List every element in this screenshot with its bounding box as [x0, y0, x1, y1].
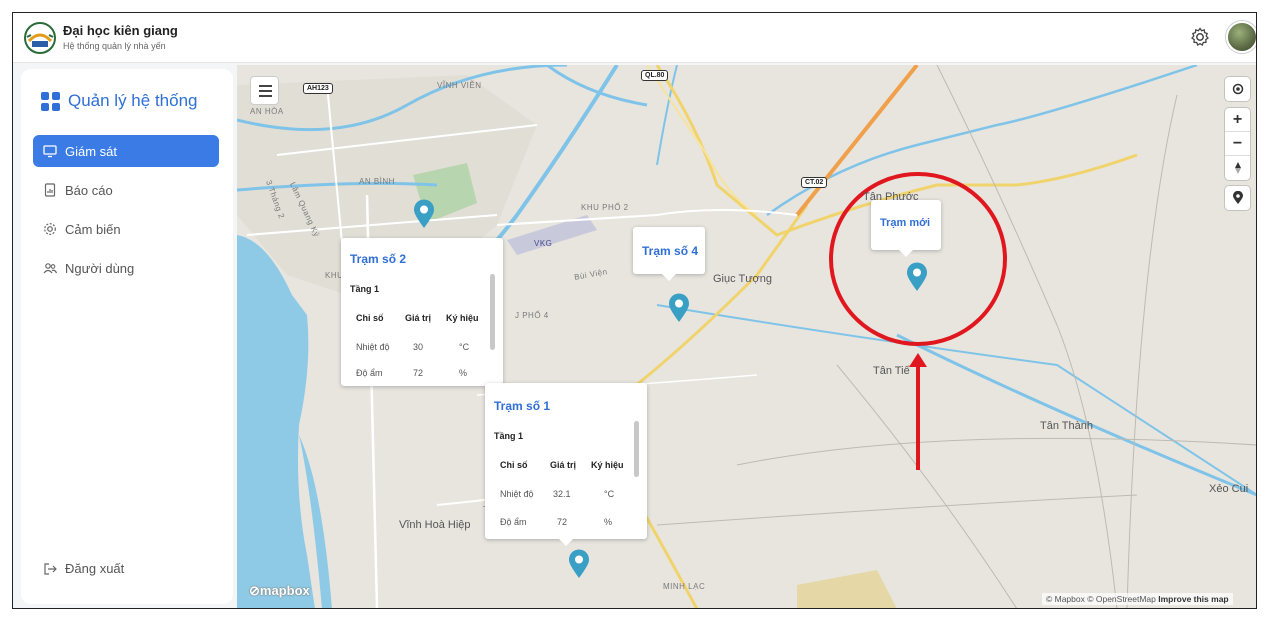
- improve-map-link[interactable]: Improve this map: [1158, 594, 1228, 604]
- app-subtitle: Hệ thống quản lý nhà yến: [63, 41, 166, 51]
- road-shield-ah123: AH123: [303, 83, 333, 94]
- university-logo: [24, 22, 56, 54]
- place-label: Tân Thành: [1040, 420, 1094, 432]
- value-cell: 30: [413, 342, 424, 352]
- station-pin-icon[interactable]: [568, 549, 590, 579]
- unit-cell: °C: [459, 342, 470, 352]
- station-name: Trạm số 2: [350, 252, 407, 266]
- dashboard-grid-icon: [41, 91, 60, 111]
- zoom-control: + −: [1225, 108, 1250, 180]
- zoom-in-button[interactable]: +: [1225, 108, 1250, 132]
- station-pin-icon[interactable]: [668, 293, 690, 323]
- map-view[interactable]: AH123 QL.80 CT.02 VĨNH VIỄN AN HÒA AN BÌ…: [237, 65, 1256, 608]
- place-label: VĨNH VIỄN: [437, 81, 482, 90]
- station-name: Trạm mới: [880, 217, 931, 229]
- logout-label: Đăng xuất: [65, 561, 125, 576]
- place-label: AN HÒA: [250, 107, 284, 116]
- popup-tip: [559, 539, 573, 546]
- compass-icon[interactable]: [1225, 156, 1250, 180]
- metric-cell: Nhiệt độ: [356, 342, 390, 352]
- top-header: Đại học kiên giang Hệ thống quản lý nhà …: [13, 13, 1256, 63]
- sidebar-title-text: Quản lý hệ thống: [68, 91, 198, 110]
- value-cell: 32.1: [553, 489, 571, 499]
- geolocate-icon[interactable]: [1225, 77, 1250, 101]
- place-label: AN BÌNH: [359, 177, 395, 186]
- unit-cell: °C: [604, 489, 615, 499]
- sidebar: Quản lý hệ thống Giám sát Báo cáo Cảm bi…: [21, 69, 233, 604]
- sidebar-item-label: Người dùng: [65, 260, 135, 276]
- station-popup-new[interactable]: Trạm mới: [871, 200, 941, 257]
- attribution-text[interactable]: © Mapbox © OpenStreetMap: [1046, 594, 1156, 604]
- metric-cell: Nhiệt độ: [500, 489, 534, 499]
- station-popup-2[interactable]: Trạm số 2 Tầng 1 Chỉ số Giá trị Ký hiệu …: [341, 238, 503, 386]
- sidebar-title: Quản lý hệ thống: [41, 91, 197, 111]
- place-label: Tân Tiế: [873, 365, 910, 377]
- popup-scrollbar[interactable]: [634, 421, 639, 477]
- metric-cell: Độ ẩm: [500, 517, 527, 527]
- place-label: Giục Tượng: [713, 273, 773, 285]
- zoom-out-button[interactable]: −: [1225, 132, 1250, 156]
- col-header-metric: Chỉ số: [356, 313, 384, 323]
- report-icon: [44, 183, 56, 197]
- logout-icon: [44, 562, 57, 575]
- menu-toggle-button[interactable]: [250, 76, 279, 105]
- sidebar-item-sensors[interactable]: Cảm biến: [33, 213, 219, 245]
- user-avatar[interactable]: [1226, 21, 1256, 53]
- floor-label: Tầng 1: [494, 431, 524, 441]
- sidebar-item-users[interactable]: Người dùng: [33, 252, 219, 284]
- logout-button[interactable]: Đăng xuất: [43, 561, 124, 576]
- popup-tip: [899, 250, 913, 257]
- metric-cell: Độ ẩm: [356, 368, 383, 378]
- sidebar-item-label: Cảm biến: [65, 221, 121, 237]
- col-header-unit: Ký hiệu: [446, 313, 479, 323]
- monitor-icon: [43, 145, 57, 158]
- place-label: KHU PHỐ 2: [581, 203, 629, 212]
- map-pin-icon[interactable]: [1225, 186, 1250, 210]
- road-shield-ql80: QL.80: [641, 70, 669, 81]
- unit-cell: %: [604, 517, 613, 527]
- popup-scrollbar[interactable]: [490, 274, 495, 350]
- col-header-value: Giá trị: [550, 460, 577, 470]
- unit-cell: %: [459, 368, 468, 378]
- geolocate-control[interactable]: [1225, 77, 1250, 101]
- sidebar-item-label: Giám sát: [65, 143, 118, 159]
- place-label: Xẻo Cui: [1209, 483, 1249, 495]
- app-title: Đại học kiên giang: [63, 23, 178, 38]
- sidebar-item-label: Báo cáo: [65, 182, 113, 198]
- station-name: Trạm số 1: [494, 399, 551, 413]
- sidebar-item-monitoring[interactable]: Giám sát: [33, 135, 219, 167]
- road-shield-ct02: CT.02: [801, 177, 828, 188]
- place-label: Vĩnh Hoà Hiệp: [399, 519, 471, 531]
- station-pin-icon[interactable]: [906, 262, 928, 292]
- airport-label: VKG: [534, 239, 553, 248]
- mapbox-logo-icon: ⊘: [249, 583, 260, 598]
- settings-gear-icon[interactable]: [1189, 26, 1211, 48]
- popup-tip: [662, 274, 676, 281]
- sidebar-item-reports[interactable]: Báo cáo: [33, 174, 219, 206]
- map-attribution: © Mapbox © OpenStreetMap Improve this ma…: [1042, 593, 1233, 605]
- place-label: J PHỐ 4: [515, 311, 549, 320]
- station-popup-1[interactable]: Trạm số 1 Tầng 1 Chỉ số Giá trị Ký hiệu …: [485, 383, 647, 546]
- value-cell: 72: [413, 368, 424, 378]
- app-window: Đại học kiên giang Hệ thống quản lý nhà …: [12, 12, 1257, 609]
- station-pin-icon[interactable]: [413, 199, 435, 229]
- col-header-metric: Chỉ số: [500, 460, 528, 470]
- sidebar-menu: Giám sát Báo cáo Cảm biến Người dùng: [33, 135, 219, 291]
- station-popup-4[interactable]: Trạm số 4: [633, 227, 705, 281]
- add-marker-control[interactable]: [1225, 186, 1250, 210]
- users-icon: [43, 263, 57, 274]
- col-header-value: Giá trị: [405, 313, 432, 323]
- place-label: MINH LẠC: [663, 582, 706, 591]
- sensor-icon: [44, 223, 56, 235]
- floor-label: Tầng 1: [350, 284, 380, 294]
- mapbox-logo[interactable]: ⊘mapbox: [249, 583, 310, 599]
- station-name: Trạm số 4: [642, 244, 699, 258]
- value-cell: 72: [557, 517, 568, 527]
- col-header-unit: Ký hiệu: [591, 460, 624, 470]
